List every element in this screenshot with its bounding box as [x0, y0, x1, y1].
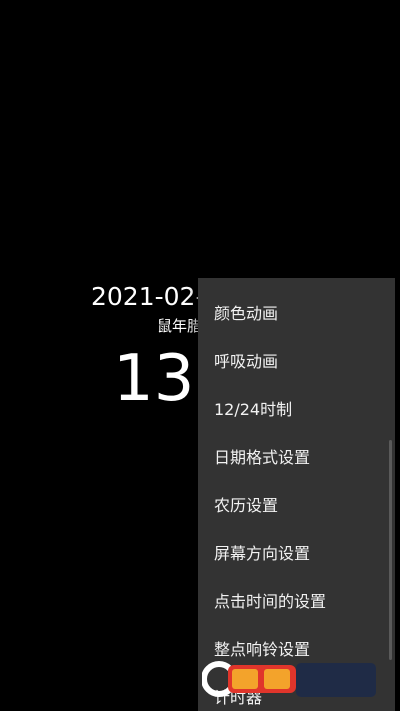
- watermark-logo: [201, 659, 380, 705]
- menu-item-color-animation[interactable]: 颜色动画: [198, 290, 395, 338]
- menu-item-screen-orientation[interactable]: 屏幕方向设置: [198, 530, 395, 578]
- lunar-date-label: 鼠年腊: [157, 317, 203, 335]
- menu-item-lunar-settings[interactable]: 农历设置: [198, 482, 395, 530]
- menu-item-breathing-animation[interactable]: 呼吸动画: [198, 338, 395, 386]
- options-menu: 颜色动画 呼吸动画 12/24时制 日期格式设置 农历设置 屏幕方向设置 点击时…: [198, 278, 395, 711]
- menu-item-tap-time-settings[interactable]: 点击时间的设置: [198, 578, 395, 626]
- menu-scrollbar[interactable]: [389, 440, 392, 660]
- menu-item-date-format[interactable]: 日期格式设置: [198, 434, 395, 482]
- menu-item-12-24-hour[interactable]: 12/24时制: [198, 386, 395, 434]
- watermark-logo-mark: [201, 661, 376, 697]
